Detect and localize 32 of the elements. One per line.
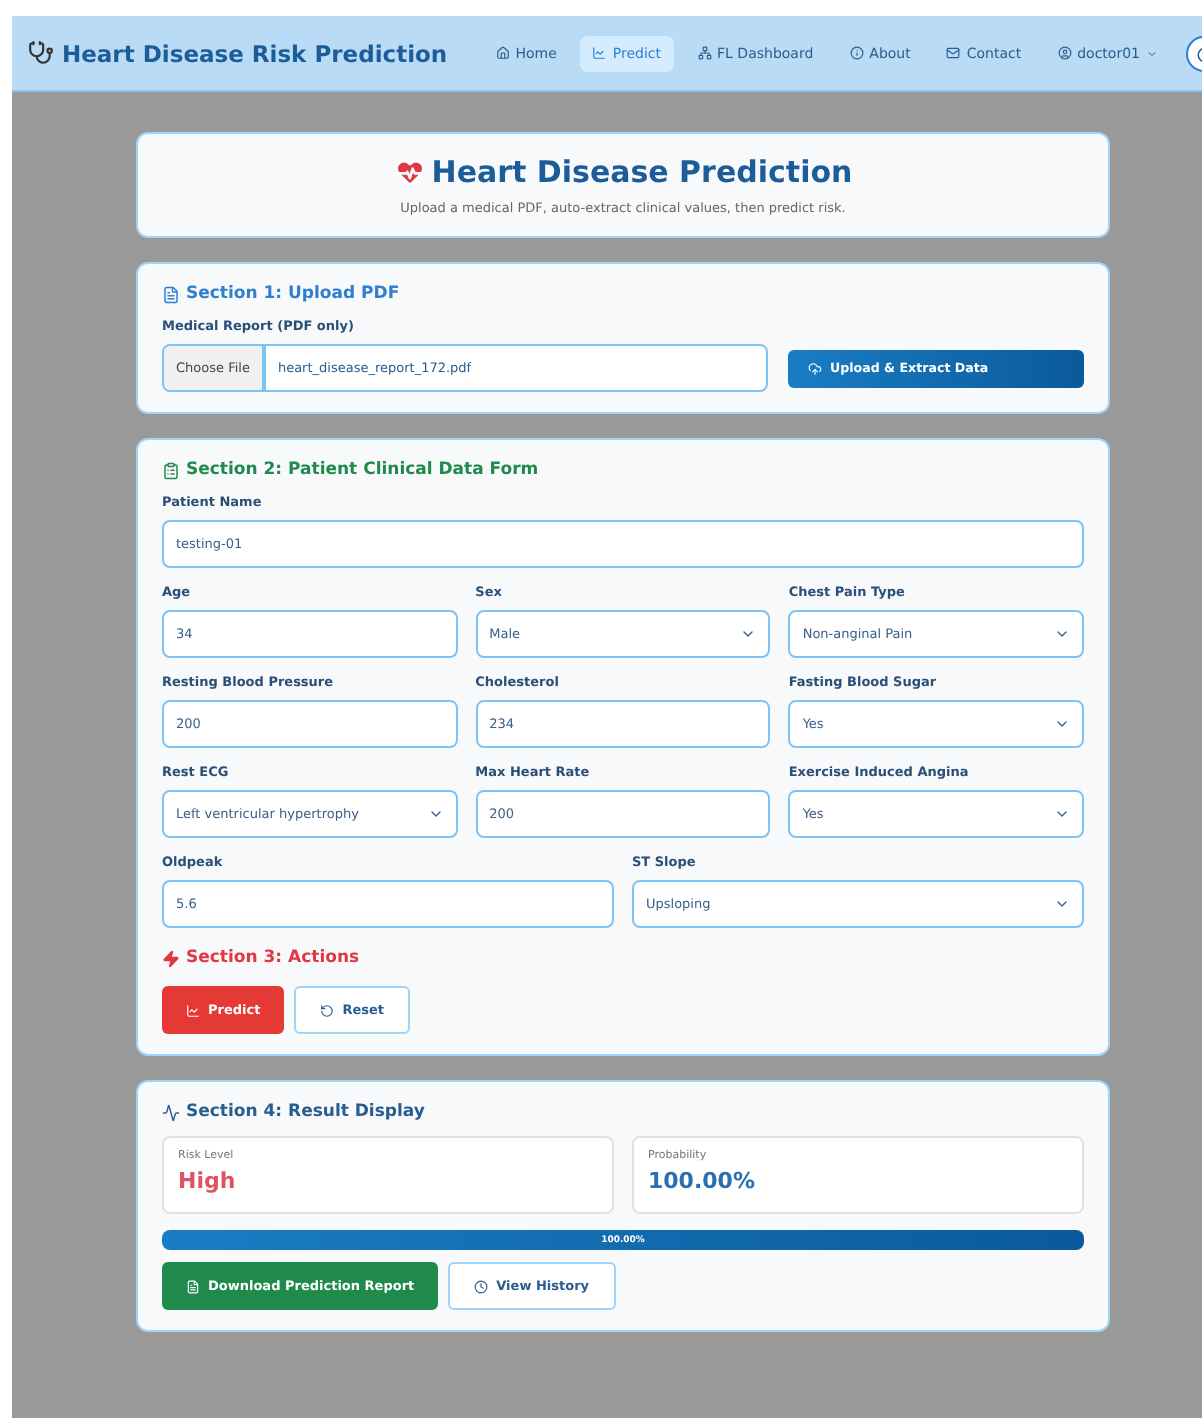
page-title: Heart Disease Prediction [431, 154, 853, 190]
clock-icon [474, 1279, 489, 1293]
section-heading: Section 3: Actions [186, 948, 360, 968]
line-chart-icon [186, 1003, 200, 1017]
probability-value: 100.00% [648, 1168, 757, 1194]
brand-title[interactable]: Heart Disease Risk Prediction [62, 39, 448, 67]
stethoscope-icon [28, 40, 54, 66]
section-heading: Section 4: Result Display [186, 1102, 425, 1122]
chevron-down-icon [1054, 896, 1070, 912]
risk-value: High [178, 1168, 238, 1194]
heart-pulse-icon [393, 156, 426, 188]
info-icon [849, 46, 864, 60]
user-icon [1057, 46, 1072, 60]
chevron-down-icon [1054, 806, 1070, 822]
network-icon [697, 46, 712, 60]
rotate-icon [320, 1003, 335, 1017]
line-chart-icon [592, 46, 607, 60]
cloud-upload-icon [808, 361, 822, 375]
document-icon [162, 285, 180, 303]
clipboard-icon [162, 461, 180, 479]
chevron-down-icon [740, 626, 757, 642]
pulse-icon [162, 1103, 180, 1121]
section-heading: Section 1: Upload PDF [186, 284, 400, 304]
document-icon [186, 1279, 200, 1293]
house-icon [495, 46, 510, 60]
chevron-down-icon [427, 806, 444, 822]
lightning-icon [162, 949, 180, 967]
section-heading: Section 2: Patient Clinical Data Form [186, 460, 539, 480]
chevron-down-icon [1146, 47, 1158, 59]
chevron-down-icon [1054, 716, 1070, 732]
chevron-down-icon [1054, 626, 1070, 642]
mail-icon [946, 46, 961, 60]
